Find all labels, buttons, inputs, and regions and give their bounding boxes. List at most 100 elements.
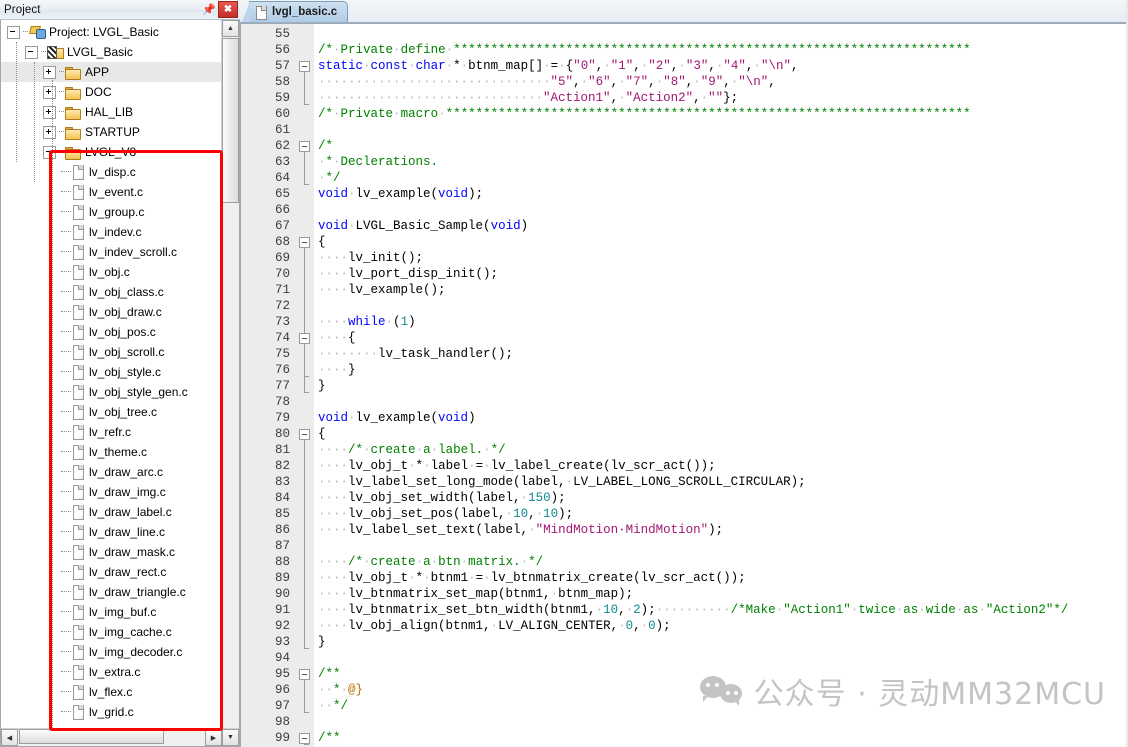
code-line[interactable]: void·LVGL_Basic_Sample(void) — [314, 218, 1128, 234]
collapse-icon[interactable] — [25, 45, 38, 59]
code-line[interactable]: ····while·(1) — [314, 314, 1128, 330]
code-line[interactable]: ·······························"5",·"6",… — [314, 74, 1128, 90]
tree-item-lv_draw_line.c[interactable]: lv_draw_line.c — [1, 522, 221, 542]
tree-item-lv_extra.c[interactable]: lv_extra.c — [1, 662, 221, 682]
code-line[interactable]: ·*/ — [314, 170, 1128, 186]
fold-toggle-icon[interactable] — [299, 733, 310, 744]
code-line[interactable]: ····/*·create·a·label.·*/ — [314, 442, 1128, 458]
tree-item-lv_obj_class.c[interactable]: lv_obj_class.c — [1, 282, 221, 302]
code-line[interactable]: ····lv_obj_t·*·label·=·lv_label_create(l… — [314, 458, 1128, 474]
code-line[interactable] — [314, 122, 1128, 138]
collapse-icon[interactable] — [7, 25, 20, 39]
code-line[interactable]: ····lv_init(); — [314, 250, 1128, 266]
code-line[interactable]: ····lv_btnmatrix_set_btn_width(btnm1,·10… — [314, 602, 1128, 618]
tree-item-lv_obj_tree.c[interactable]: lv_obj_tree.c — [1, 402, 221, 422]
code-line[interactable]: ····{ — [314, 330, 1128, 346]
code-line[interactable]: void·lv_example(void) — [314, 410, 1128, 426]
code-editor[interactable]: 55 56 57 58 59 60 61 62 63 64 65 66 67 68 69 70 71 72 73 74… — [240, 23, 1128, 747]
code-line[interactable]: ····lv_label_set_long_mode(label,·LV_LAB… — [314, 474, 1128, 490]
tree-vertical-scrollbar[interactable]: ▲ — [221, 20, 239, 746]
code-line[interactable]: ·*·Declerations. — [314, 154, 1128, 170]
close-icon[interactable]: ✖ — [218, 1, 238, 18]
tree-item-lv_obj.c[interactable]: lv_obj.c — [1, 262, 221, 282]
fold-toggle-icon[interactable] — [299, 61, 310, 72]
tree-item-lv_grid.c[interactable]: lv_grid.c — [1, 702, 221, 722]
code-line[interactable]: ····lv_example(); — [314, 282, 1128, 298]
code-line[interactable]: ····} — [314, 362, 1128, 378]
tree-item-lvgl_basic[interactable]: LVGL_Basic — [1, 42, 221, 62]
expand-icon[interactable] — [43, 105, 56, 119]
code-line[interactable] — [314, 714, 1128, 730]
fold-toggle-icon[interactable] — [299, 429, 310, 440]
code-line[interactable]: static·const·char·*·btnm_map[]·=·{"0",·"… — [314, 58, 1128, 74]
tree-item-lv_draw_triangle.c[interactable]: lv_draw_triangle.c — [1, 582, 221, 602]
code-line[interactable]: { — [314, 234, 1128, 250]
tree-item-lv_img_buf.c[interactable]: lv_img_buf.c — [1, 602, 221, 622]
code-line[interactable]: ····lv_obj_t·*·btnm1·=·lv_btnmatrix_crea… — [314, 570, 1128, 586]
expand-icon[interactable] — [43, 65, 56, 79]
tree-item-lv_img_cache.c[interactable]: lv_img_cache.c — [1, 622, 221, 642]
scroll-down-arrow-icon[interactable]: ▼ — [222, 729, 239, 746]
tree-item-lv_obj_pos.c[interactable]: lv_obj_pos.c — [1, 322, 221, 342]
code-line[interactable]: ··*·@} — [314, 682, 1128, 698]
code-line[interactable]: } — [314, 634, 1128, 650]
code-folding-column[interactable] — [297, 24, 314, 747]
code-line[interactable]: ········lv_task_handler(); — [314, 346, 1128, 362]
tree-item-lv_obj_style_gen.c[interactable]: lv_obj_style_gen.c — [1, 382, 221, 402]
code-line[interactable]: /*·Private·macro·***********************… — [314, 106, 1128, 122]
tree-item-lv_indev.c[interactable]: lv_indev.c — [1, 222, 221, 242]
tree-vertical-scroll-thumb[interactable] — [222, 38, 239, 203]
project-tree[interactable]: Project: LVGL_Basic LVGL_Basic APP DOC HAL_L… — [1, 20, 221, 746]
code-line[interactable] — [314, 202, 1128, 218]
collapse-icon[interactable] — [43, 145, 56, 159]
tab-lvgl-basic-c[interactable]: lvgl_basic.c — [241, 1, 349, 22]
code-line[interactable]: ······························"Action1",… — [314, 90, 1128, 106]
pin-icon[interactable]: 📌 — [201, 2, 217, 18]
tree-item-lv_draw_img.c[interactable]: lv_draw_img.c — [1, 482, 221, 502]
code-line[interactable]: { — [314, 426, 1128, 442]
code-line[interactable]: ····lv_obj_set_pos(label,·10,·10); — [314, 506, 1128, 522]
code-line[interactable]: ····/*·create·a·btn·matrix.·*/ — [314, 554, 1128, 570]
code-line[interactable]: /* — [314, 138, 1128, 154]
tree-item-lv_draw_rect.c[interactable]: lv_draw_rect.c — [1, 562, 221, 582]
scroll-up-arrow-icon[interactable]: ▲ — [222, 20, 239, 37]
code-line[interactable]: ····lv_port_disp_init(); — [314, 266, 1128, 282]
fold-toggle-icon[interactable] — [299, 237, 310, 248]
expand-icon[interactable] — [43, 125, 56, 139]
tree-item-lv_event.c[interactable]: lv_event.c — [1, 182, 221, 202]
code-line[interactable]: ····lv_btnmatrix_set_map(btnm1,·btnm_map… — [314, 586, 1128, 602]
fold-toggle-icon[interactable] — [299, 669, 310, 680]
code-line[interactable] — [314, 538, 1128, 554]
tree-item-lv_refr.c[interactable]: lv_refr.c — [1, 422, 221, 442]
tree-item-lv_obj_style.c[interactable]: lv_obj_style.c — [1, 362, 221, 382]
tree-item-lv_draw_arc.c[interactable]: lv_draw_arc.c — [1, 462, 221, 482]
tree-item-lv_group.c[interactable]: lv_group.c — [1, 202, 221, 222]
code-line[interactable]: ··*/ — [314, 698, 1128, 714]
code-line[interactable]: void·lv_example(void); — [314, 186, 1128, 202]
tree-item-lv_theme.c[interactable]: lv_theme.c — [1, 442, 221, 462]
code-line[interactable]: /** — [314, 666, 1128, 682]
scroll-left-arrow-icon[interactable]: ◀ — [1, 729, 18, 746]
code-line[interactable]: /*·Private·define·**********************… — [314, 42, 1128, 58]
tree-item-lv_draw_mask.c[interactable]: lv_draw_mask.c — [1, 542, 221, 562]
tree-horizontal-scroll-thumb[interactable] — [19, 729, 164, 744]
code-line[interactable]: /** — [314, 730, 1128, 746]
tree-item-lv_img_decoder.c[interactable]: lv_img_decoder.c — [1, 642, 221, 662]
code-text-area[interactable]: /*·Private·define·**********************… — [314, 24, 1128, 747]
tree-item-lv_draw_label.c[interactable]: lv_draw_label.c — [1, 502, 221, 522]
code-line[interactable]: ····lv_obj_align(btnm1,·LV_ALIGN_CENTER,… — [314, 618, 1128, 634]
tree-item-lv_flex.c[interactable]: lv_flex.c — [1, 682, 221, 702]
code-line[interactable]: } — [314, 378, 1128, 394]
code-line[interactable]: ····lv_obj_set_width(label,·150); — [314, 490, 1128, 506]
tree-item-lv_obj_draw.c[interactable]: lv_obj_draw.c — [1, 302, 221, 322]
scroll-right-arrow-icon[interactable]: ▶ — [205, 729, 222, 746]
expand-icon[interactable] — [43, 85, 56, 99]
fold-toggle-icon[interactable] — [299, 141, 310, 152]
tree-item-project--lvgl_basic[interactable]: Project: LVGL_Basic — [1, 22, 221, 42]
tree-horizontal-scrollbar[interactable]: ◀ ▶ ▼ — [1, 728, 239, 746]
code-line[interactable] — [314, 650, 1128, 666]
code-line[interactable]: ····lv_label_set_text(label,·"MindMotion… — [314, 522, 1128, 538]
tree-item-lv_obj_scroll.c[interactable]: lv_obj_scroll.c — [1, 342, 221, 362]
code-line[interactable] — [314, 26, 1128, 42]
fold-toggle-icon[interactable] — [299, 333, 310, 344]
